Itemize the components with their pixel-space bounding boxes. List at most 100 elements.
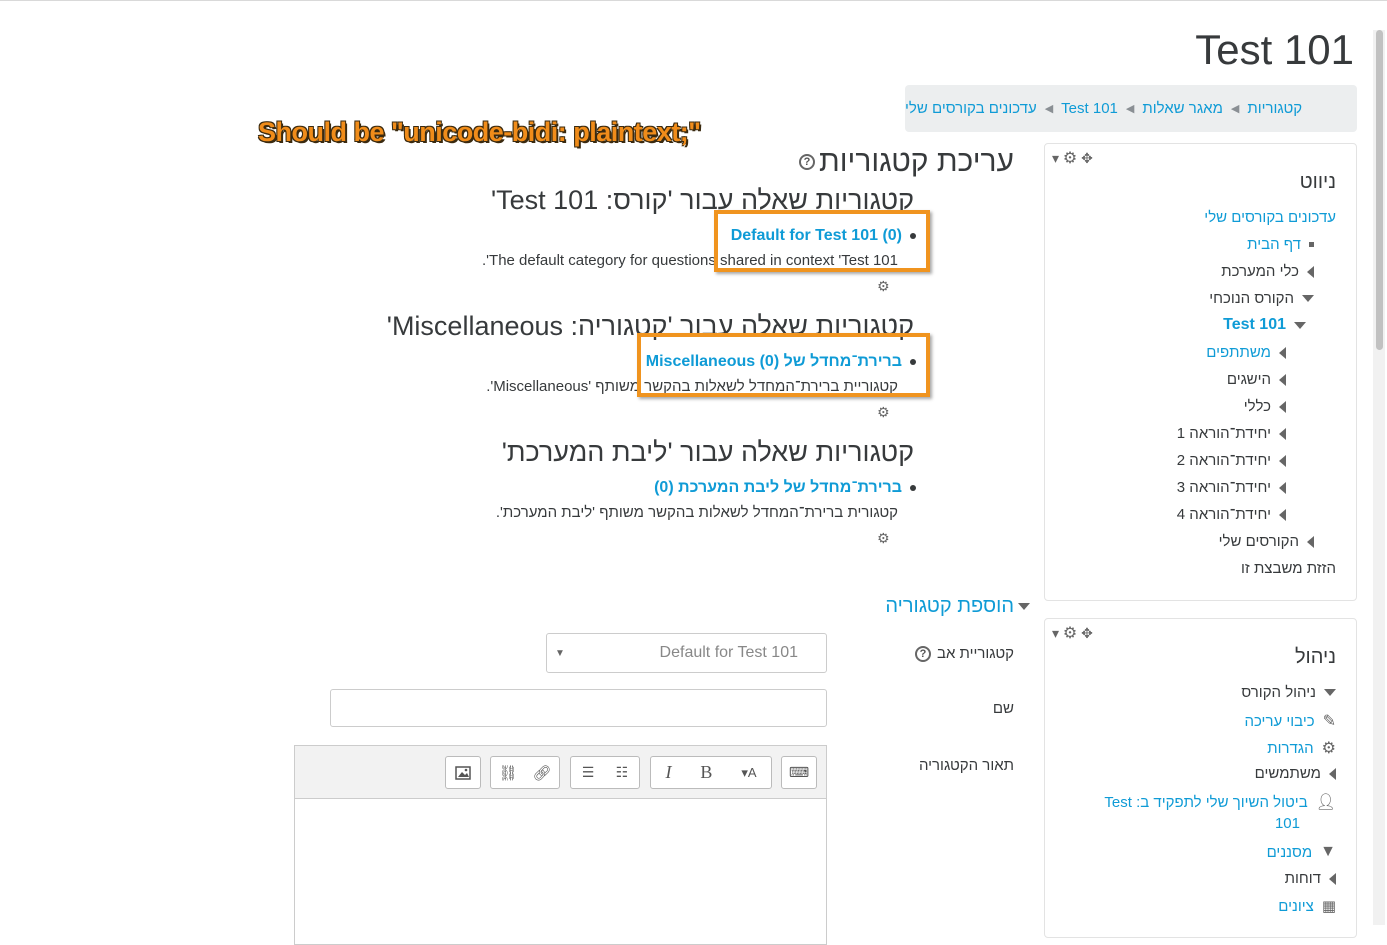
admin-item-unenrol-cont[interactable]: 101 xyxy=(1275,815,1300,832)
collapse-icon xyxy=(1302,295,1314,302)
administration-block-controls: ▾ ⚙ ✥ xyxy=(1052,623,1093,643)
breadcrumb-categories[interactable]: קטגוריות xyxy=(1247,100,1302,117)
bold-icon[interactable]: B xyxy=(700,762,712,783)
toolbar-toggle-button[interactable]: ⌨ xyxy=(781,756,817,789)
page-scrollbar[interactable] xyxy=(1373,30,1385,925)
admin-item-users[interactable]: משתמשים xyxy=(1255,765,1336,782)
ordered-list-icon[interactable]: ☰ xyxy=(582,764,595,781)
collapse-icon xyxy=(1018,603,1030,610)
highlight-box xyxy=(637,333,930,397)
add-category-legend: הוספת קטגוריה xyxy=(885,595,1014,617)
breadcrumb: עדכונים בקורסים שלי ◀ Test 101 ◀ מאגר שא… xyxy=(905,85,1357,132)
expand-icon xyxy=(1307,535,1314,548)
collapse-icon[interactable]: ▾ xyxy=(1052,150,1059,166)
add-category-legend-wrap[interactable]: הוספת קטגוריה xyxy=(885,595,1030,618)
admin-item-filters[interactable]: ▼ מסננים xyxy=(1267,843,1336,861)
nav-item-my-courses-updates[interactable]: עדכונים בקורסים שלי xyxy=(1204,209,1336,226)
chevron-down-icon: ▼ xyxy=(555,647,565,659)
page-heading: עריכת קטגוריות xyxy=(819,145,1014,178)
keyboard-icon: ⌨ xyxy=(788,764,810,780)
nav-item-current-course[interactable]: הקורס הנוכחי xyxy=(1209,290,1314,307)
breadcrumb-separator-icon: ◀ xyxy=(1044,103,1054,115)
nav-item-unit-2[interactable]: יחידת־הוראה 2 xyxy=(1177,452,1286,469)
nav-link[interactable]: הגדרות xyxy=(1267,740,1313,757)
nav-item-unit-4[interactable]: יחידת־הוראה 4 xyxy=(1177,506,1286,523)
nav-link[interactable]: כיבוי עריכה xyxy=(1244,713,1314,730)
gear-icon[interactable]: ⚙ xyxy=(1063,625,1077,642)
category-link[interactable]: ברירת־מחדל של ליבת המערכת (0) xyxy=(654,479,902,497)
move-icon[interactable]: ✥ xyxy=(1081,150,1093,166)
nav-label: יחידת־הוראה 1 xyxy=(1176,425,1271,442)
scrollbar-thumb[interactable] xyxy=(1376,30,1383,350)
administration-block-title: ניהול xyxy=(1294,646,1336,668)
italic-icon[interactable]: I xyxy=(665,762,671,783)
unlink-icon[interactable]: ⛓ xyxy=(498,764,517,782)
gear-icon[interactable]: ⚙ xyxy=(877,404,890,421)
link-icon[interactable]: 🔗︎ xyxy=(532,764,551,782)
move-icon[interactable]: ✥ xyxy=(1081,625,1093,641)
name-input[interactable] xyxy=(330,689,827,727)
nav-link[interactable]: משתתפים xyxy=(1206,344,1271,361)
bullet-icon xyxy=(910,485,916,491)
nav-link[interactable]: Test 101 xyxy=(1223,316,1286,334)
nav-item-unit-3[interactable]: יחידת־הוראה 3 xyxy=(1177,479,1286,496)
gear-icon: ⚙ xyxy=(1321,740,1336,757)
description-editor[interactable]: ⛓ 🔗︎ ☰ ☷ I B ▾A ⌨ xyxy=(294,745,827,945)
nav-item-test-101[interactable]: Test 101 xyxy=(1223,316,1306,334)
nav-link[interactable]: מסננים xyxy=(1267,844,1313,861)
breadcrumb-my-courses[interactable]: עדכונים בקורסים שלי xyxy=(905,100,1037,117)
admin-item-course-admin[interactable]: ניהול הקורס xyxy=(1241,684,1336,701)
nav-link[interactable]: דף הבית xyxy=(1247,236,1301,253)
navigation-block-controls: ▾ ⚙ ✥ xyxy=(1052,148,1093,168)
text-style-icon[interactable]: ▾A xyxy=(741,765,756,781)
nav-link[interactable]: ציונים xyxy=(1278,898,1314,915)
admin-item-unenrol[interactable]: 👤︎ ביטול השיוך שלי לתפקיד ב: Test xyxy=(1104,792,1336,812)
nav-link[interactable]: 101 xyxy=(1275,815,1300,832)
admin-item-grades[interactable]: ▦ ציונים xyxy=(1278,897,1336,916)
nav-item-general[interactable]: כללי xyxy=(1244,398,1286,415)
nav-label: כלי המערכת xyxy=(1221,263,1299,280)
breadcrumb-course[interactable]: Test 101 xyxy=(1061,100,1118,117)
nav-item-my-courses[interactable]: הקורסים שלי xyxy=(1219,533,1314,550)
parent-category-select[interactable]: ▼ Default for Test 101 xyxy=(546,633,827,673)
help-icon[interactable]: ? xyxy=(799,154,815,170)
pencil-icon: ✎ xyxy=(1322,713,1336,730)
collapse-icon[interactable]: ▾ xyxy=(1052,625,1059,641)
gear-icon[interactable]: ⚙ xyxy=(877,530,890,547)
expand-icon xyxy=(1279,454,1286,467)
collapse-icon xyxy=(1294,321,1306,329)
user-icon: 👤︎ xyxy=(1315,794,1336,811)
admin-item-turn-editing-off[interactable]: ✎ כיבוי עריכה xyxy=(1244,711,1336,731)
list-button-group: ☰ ☷ xyxy=(570,756,640,789)
nav-link[interactable]: ביטול השיוך שלי לתפקיד ב: Test xyxy=(1104,794,1307,811)
parent-category-label: קטגוריית אב xyxy=(936,645,1014,662)
filter-icon: ▼ xyxy=(1320,843,1336,860)
gear-icon[interactable]: ⚙ xyxy=(1063,150,1077,167)
insert-image-button[interactable] xyxy=(445,756,481,789)
breadcrumb-separator-icon: ◀ xyxy=(1125,103,1135,115)
nav-item-site-admin[interactable]: כלי המערכת xyxy=(1221,263,1314,280)
nav-item-participants[interactable]: משתתפים xyxy=(1206,344,1286,361)
nav-item-home[interactable]: דף הבית xyxy=(1247,236,1314,253)
breadcrumb-question-bank[interactable]: מאגר שאלות xyxy=(1142,100,1223,117)
gear-icon[interactable]: ⚙ xyxy=(877,278,890,295)
expand-icon xyxy=(1279,373,1286,386)
navigation-block-title: ניווט xyxy=(1299,171,1336,193)
move-block-link[interactable]: הזזת משבצת זו xyxy=(1241,560,1336,577)
admin-item-settings[interactable]: ⚙ הגדרות xyxy=(1267,738,1336,758)
admin-item-reports[interactable]: דוחות xyxy=(1285,870,1336,887)
expand-icon xyxy=(1279,427,1286,440)
nav-item-unit-1[interactable]: יחידת־הוראה 1 xyxy=(1177,425,1286,442)
nav-label: הקורס הנוכחי xyxy=(1209,290,1294,307)
collapse-icon xyxy=(1324,689,1336,696)
nav-link[interactable]: עדכונים בקורסים שלי xyxy=(1204,209,1336,226)
category-description: קטגורית ברירת־המחדל לשאלות בהקשר משותף '… xyxy=(495,504,898,521)
help-icon[interactable]: ? xyxy=(914,645,931,662)
name-label: שם xyxy=(992,700,1014,717)
top-border xyxy=(0,0,1387,1)
nav-item-badges[interactable]: הישגים xyxy=(1227,371,1286,388)
nav-label: הקורסים שלי xyxy=(1218,533,1299,550)
unordered-list-icon[interactable]: ☷ xyxy=(616,764,629,781)
expand-icon xyxy=(1279,400,1286,413)
category-item: ברירת־מחדל של ליבת המערכת (0) xyxy=(654,479,916,497)
